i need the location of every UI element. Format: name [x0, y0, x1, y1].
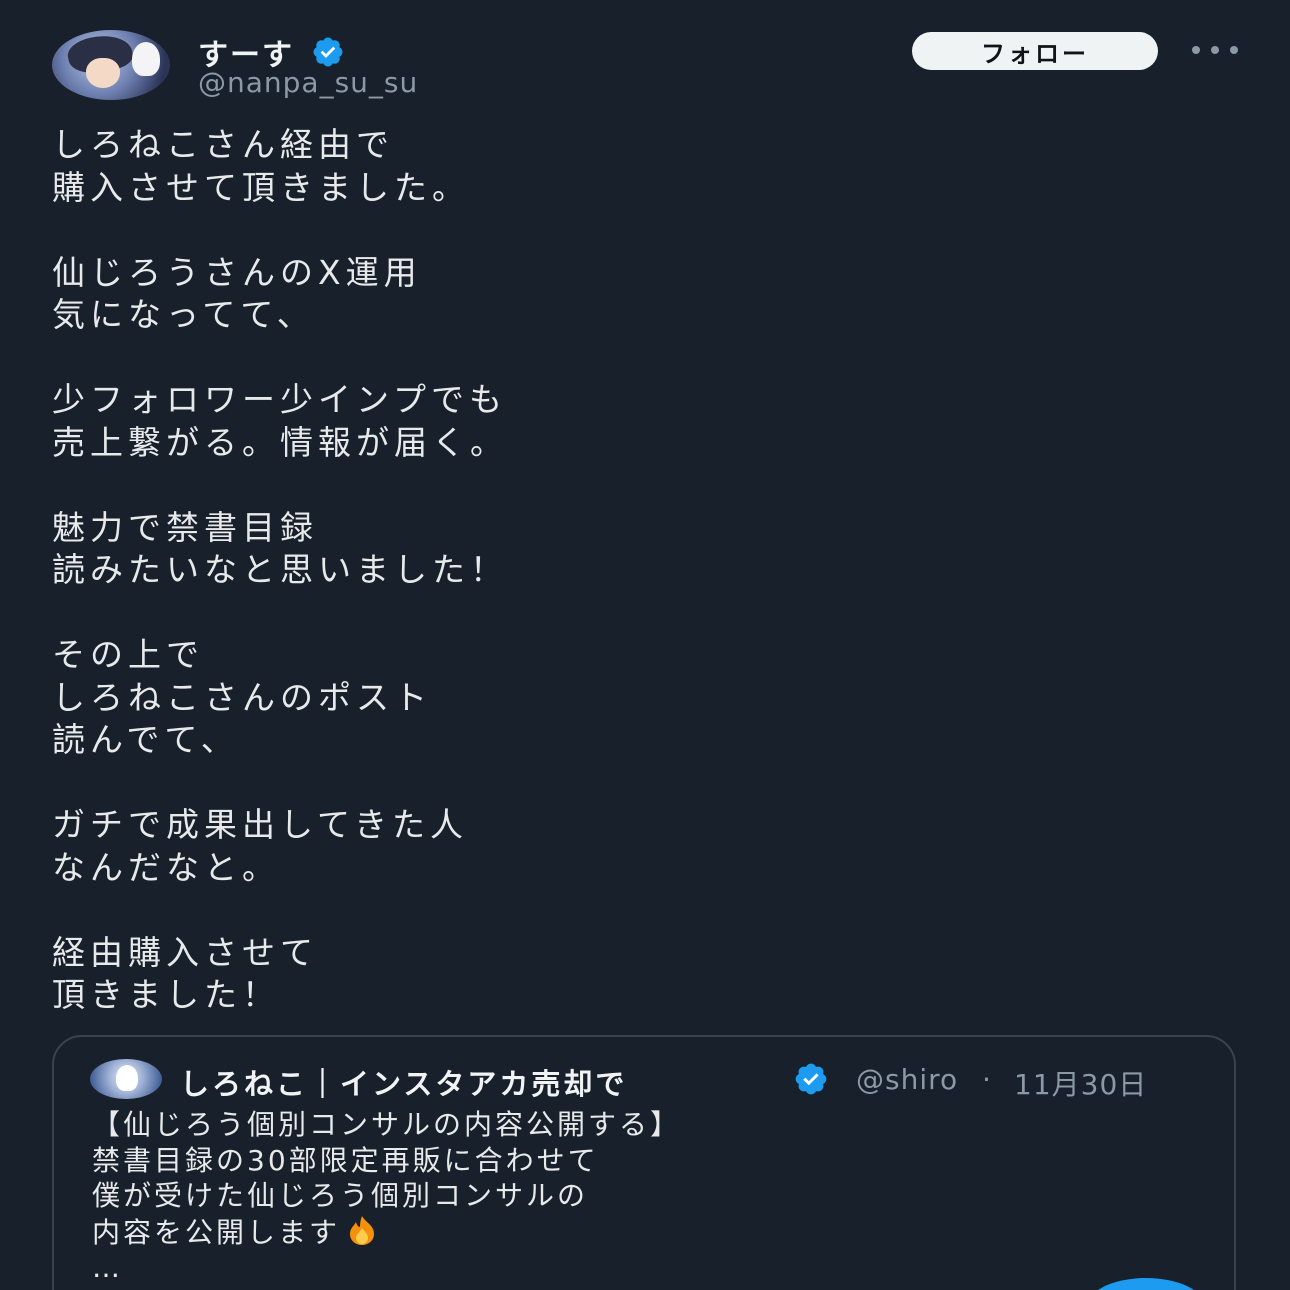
quoted-author-handle: @shiro	[856, 1063, 959, 1096]
more-horizontal-icon[interactable]	[1192, 38, 1238, 62]
quoted-line: 内容を公開します	[92, 1214, 1192, 1251]
tweet-paragraph: しろねこさん経由で 購入させて頂きました。	[52, 125, 470, 207]
quoted-author-avatar	[90, 1059, 162, 1099]
author-handle[interactable]: @nanpa_su_su	[198, 66, 418, 99]
quoted-line-text: 内容を公開します	[92, 1215, 341, 1249]
tweet-paragraph: 経由購入させて 頂きました！	[52, 932, 318, 1015]
quoted-tweet-date: 11月30日	[1014, 1068, 1148, 1101]
verified-badge-icon	[786, 1061, 836, 1097]
separator-dot: ·	[982, 1063, 991, 1096]
quoted-tweet-header: しろねこ｜インスタアカ売却で @shiro · 11月30日	[90, 1057, 1194, 1101]
tweet-paragraph: 仙じろうさんのX運用 気になってて、	[52, 252, 422, 335]
tweet-paragraph: 少フォロワー少インプでも 売上繋がる。情報が届く。	[52, 380, 508, 462]
quoted-line: 僕が受けた仙じろう個別コンサルの	[92, 1179, 589, 1212]
tweet-paragraph: ガチで成果出してきた人 なんだなと。	[52, 805, 469, 887]
tweet-header: すーす @nanpa_su_su フォロー	[52, 30, 1238, 100]
verified-badge-icon[interactable]	[306, 35, 350, 69]
fire-icon	[340, 1214, 384, 1246]
quoted-ellipsis: …	[92, 1251, 123, 1284]
tweet-paragraph: その上で しろねこさんのポスト 読んでて、	[52, 635, 432, 759]
follow-button[interactable]: フォロー	[912, 32, 1158, 70]
quoted-author-display-name: しろねこ｜インスタアカ売却で	[180, 1067, 628, 1101]
quoted-tweet-text: 【仙じろう個別コンサルの内容公開する】 禁書目録の30部限定再販に合わせて 僕が…	[92, 1107, 1192, 1286]
tweet-detail-page: すーす @nanpa_su_su フォロー しろねこさん経由で 購入させて頂きま…	[0, 0, 1290, 1290]
quoted-line: 【仙じろう個別コンサルの内容公開する】	[92, 1108, 682, 1141]
quoted-tweet-card[interactable]: しろねこ｜インスタアカ売却で @shiro · 11月30日 【仙じろう個別コン…	[52, 1035, 1236, 1290]
tweet-text: しろねこさん経由で 購入させて頂きました。 仙じろうさんのX運用 気になってて、…	[52, 124, 1232, 1017]
quoted-line: 禁書目録の30部限定再販に合わせて	[92, 1143, 599, 1177]
tweet-paragraph: 魅力で禁書目録 読みたいなと思いました！	[52, 507, 508, 590]
author-avatar[interactable]	[52, 30, 170, 100]
